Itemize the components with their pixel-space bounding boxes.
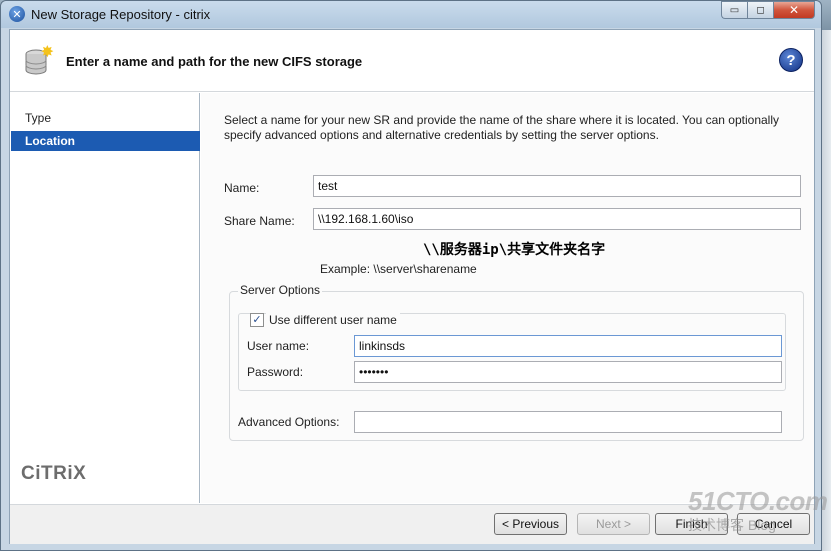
share-name-example: Example: \\server\sharename xyxy=(320,262,477,276)
password-label: Password: xyxy=(247,365,304,379)
xencenter-app-icon: ✕ xyxy=(9,6,25,22)
password-input[interactable] xyxy=(354,361,782,383)
server-options-title: Server Options xyxy=(238,283,323,297)
username-label: User name: xyxy=(247,339,310,353)
citrix-logo: CiTRiX xyxy=(21,463,87,484)
watermark-logo: 51CTO.com xyxy=(688,486,828,516)
wizard-steps-nav: Type Location CiTRiX xyxy=(10,93,200,503)
window-title: New Storage Repository - citrix xyxy=(31,7,211,22)
location-form: Select a name for your new SR and provid… xyxy=(201,93,814,503)
nav-step-type[interactable]: Type xyxy=(11,108,200,128)
storage-icon: ✸ xyxy=(24,42,54,77)
title-bar[interactable]: ✕ New Storage Repository - citrix ▭ ◻ ✕ xyxy=(1,1,821,28)
watermark-subtitle: 技术博客 Blog xyxy=(688,517,776,533)
use-different-user-label[interactable]: Use different user name xyxy=(266,313,400,327)
use-different-user-checkbox[interactable]: ✓ xyxy=(250,313,264,327)
share-name-label: Share Name: xyxy=(224,214,295,228)
page-title: Enter a name and path for the new CIFS s… xyxy=(66,54,363,69)
maximize-button[interactable]: ◻ xyxy=(747,1,773,19)
wizard-header: ✸ Enter a name and path for the new CIFS… xyxy=(10,30,814,92)
advanced-options-label: Advanced Options: xyxy=(238,415,340,429)
help-icon[interactable]: ? xyxy=(779,48,803,72)
advanced-options-input[interactable] xyxy=(354,411,782,433)
username-input[interactable] xyxy=(354,335,782,357)
minimize-button[interactable]: ▭ xyxy=(721,1,747,19)
share-name-input[interactable] xyxy=(313,208,801,230)
share-name-annotation: \\服务器ip\共享文件夹名字 xyxy=(423,242,606,258)
close-button[interactable]: ✕ xyxy=(773,1,815,19)
window-controls: ▭ ◻ ✕ xyxy=(721,1,815,21)
star-icon: ✸ xyxy=(40,42,54,61)
name-label: Name: xyxy=(224,181,260,195)
previous-button[interactable]: < Previous xyxy=(494,513,567,535)
dialog-content: ✸ Enter a name and path for the new CIFS… xyxy=(9,29,815,544)
dialog-window: ✕ New Storage Repository - citrix ▭ ◻ ✕ … xyxy=(0,0,822,551)
next-button[interactable]: Next > xyxy=(577,513,650,535)
name-input[interactable] xyxy=(313,175,801,197)
form-description: Select a name for your new SR and provid… xyxy=(224,113,779,142)
nav-step-location[interactable]: Location xyxy=(11,131,200,151)
